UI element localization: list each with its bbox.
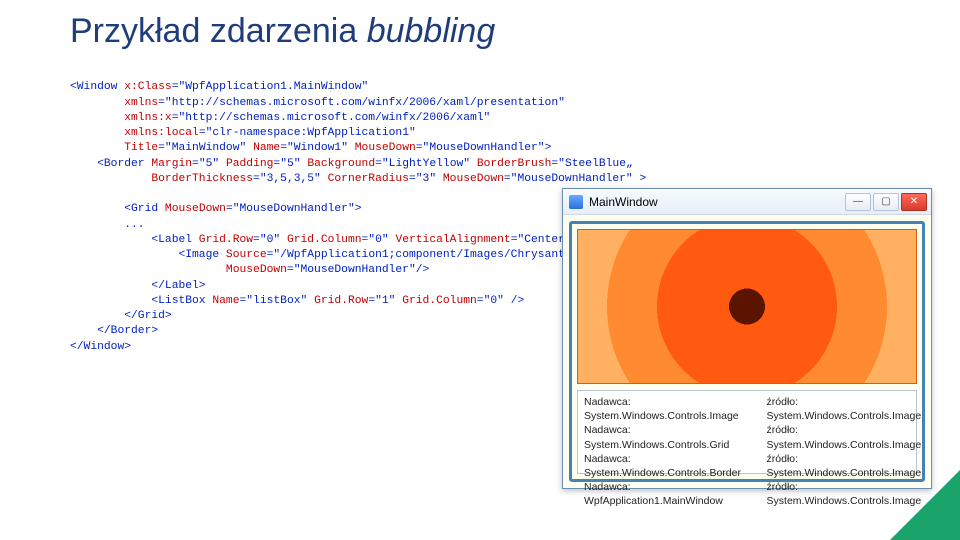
window-title: MainWindow [589,195,658,209]
list-item: Nadawca: System.Windows.Controls.Imageźr… [584,395,910,423]
app-icon [569,195,583,209]
corner-decoration [890,470,960,540]
maximize-button[interactable]: ▢ [873,193,899,211]
app-window: MainWindow — ▢ ✕ Nadawca: System.Windows… [562,188,932,489]
slide-title: Przykład zdarzenia bubbling [70,12,900,51]
minimize-button[interactable]: — [845,193,871,211]
border-panel: Nadawca: System.Windows.Controls.Imageźr… [569,221,925,482]
close-button[interactable]: ✕ [901,193,927,211]
listbox[interactable]: Nadawca: System.Windows.Controls.Imageźr… [577,390,917,474]
list-item: Nadawca: System.Windows.Controls.Gridźró… [584,423,910,451]
titlebar[interactable]: MainWindow — ▢ ✕ [563,189,931,215]
image-chrysanthemum[interactable] [577,229,917,384]
list-item: Nadawca: System.Windows.Controls.Borderź… [584,452,910,480]
list-item: Nadawca: WpfApplication1.MainWindowźródł… [584,480,910,508]
